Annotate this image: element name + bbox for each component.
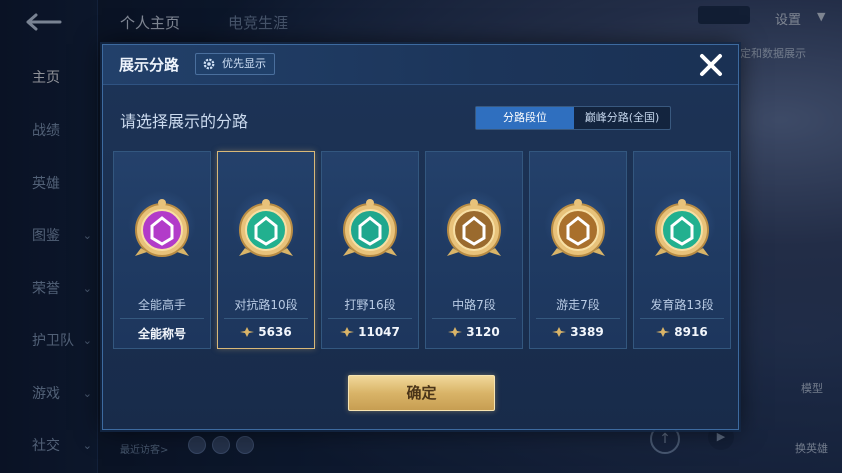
close-icon: [700, 54, 722, 76]
route-card[interactable]: 发育路13段 8916: [633, 151, 731, 349]
gear-icon: [203, 58, 215, 70]
route-name: 对抗路10段: [234, 298, 298, 312]
route-name: 打野16段: [344, 298, 396, 312]
route-score-value: 11047: [358, 325, 400, 339]
route-score-value: 8916: [674, 325, 708, 339]
route-display-modal: 展示分路 优先显示 请选择展示的分路 分路段位 巅峰分路(全国) 全能高手全能称…: [102, 44, 739, 430]
close-button[interactable]: [697, 51, 725, 79]
route-name: 发育路13段: [650, 298, 714, 312]
route-score-value: 全能称号: [137, 327, 186, 341]
combat-power-icon: [656, 327, 671, 337]
route-score: 8916: [634, 325, 730, 339]
route-card[interactable]: 全能高手 全能称号: [113, 151, 211, 349]
toggle-route-rank[interactable]: 分路段位: [476, 107, 574, 129]
priority-display-button[interactable]: 优先显示: [195, 53, 275, 75]
route-badge-icon: [135, 199, 189, 257]
card-divider: [536, 318, 620, 319]
card-divider: [328, 318, 412, 319]
route-badge-icon: [551, 199, 605, 257]
confirm-button[interactable]: 确定: [348, 375, 495, 411]
route-badge-icon: [447, 199, 501, 257]
route-card[interactable]: 游走7段 3389: [529, 151, 627, 349]
modal-header: 展示分路 优先显示: [103, 45, 738, 85]
card-divider: [432, 318, 516, 319]
modal-title: 展示分路: [119, 56, 180, 74]
card-divider: [640, 318, 724, 319]
combat-power-icon: [448, 327, 463, 337]
route-score: 5636: [218, 325, 314, 339]
route-badge-icon: [343, 199, 397, 257]
card-divider: [224, 318, 308, 319]
modal-subtitle: 请选择展示的分路: [120, 112, 249, 131]
route-name: 全能高手: [137, 298, 186, 312]
route-name: 中路7段: [452, 298, 496, 312]
route-badge-icon: [239, 199, 293, 257]
toggle-peak-route[interactable]: 巅峰分路(全国): [574, 107, 670, 129]
priority-display-label: 优先显示: [222, 57, 266, 70]
route-score: 3120: [426, 325, 522, 339]
route-score: 11047: [322, 325, 418, 339]
combat-power-icon: [340, 327, 355, 337]
route-card[interactable]: 打野16段 11047: [321, 151, 419, 349]
route-score: 全能称号: [114, 325, 210, 342]
route-badge-icon: [655, 199, 709, 257]
route-card[interactable]: 对抗路10段 5636: [217, 151, 315, 349]
route-score-value: 3389: [570, 325, 604, 339]
card-divider: [120, 318, 204, 319]
combat-power-icon: [552, 327, 567, 337]
route-score: 3389: [530, 325, 626, 339]
route-card[interactable]: 中路7段 3120: [425, 151, 523, 349]
combat-power-icon: [240, 327, 255, 337]
route-score-value: 3120: [466, 325, 500, 339]
route-score-value: 5636: [258, 325, 292, 339]
route-type-toggle: 分路段位 巅峰分路(全国): [475, 106, 671, 130]
route-name: 游走7段: [556, 298, 600, 312]
